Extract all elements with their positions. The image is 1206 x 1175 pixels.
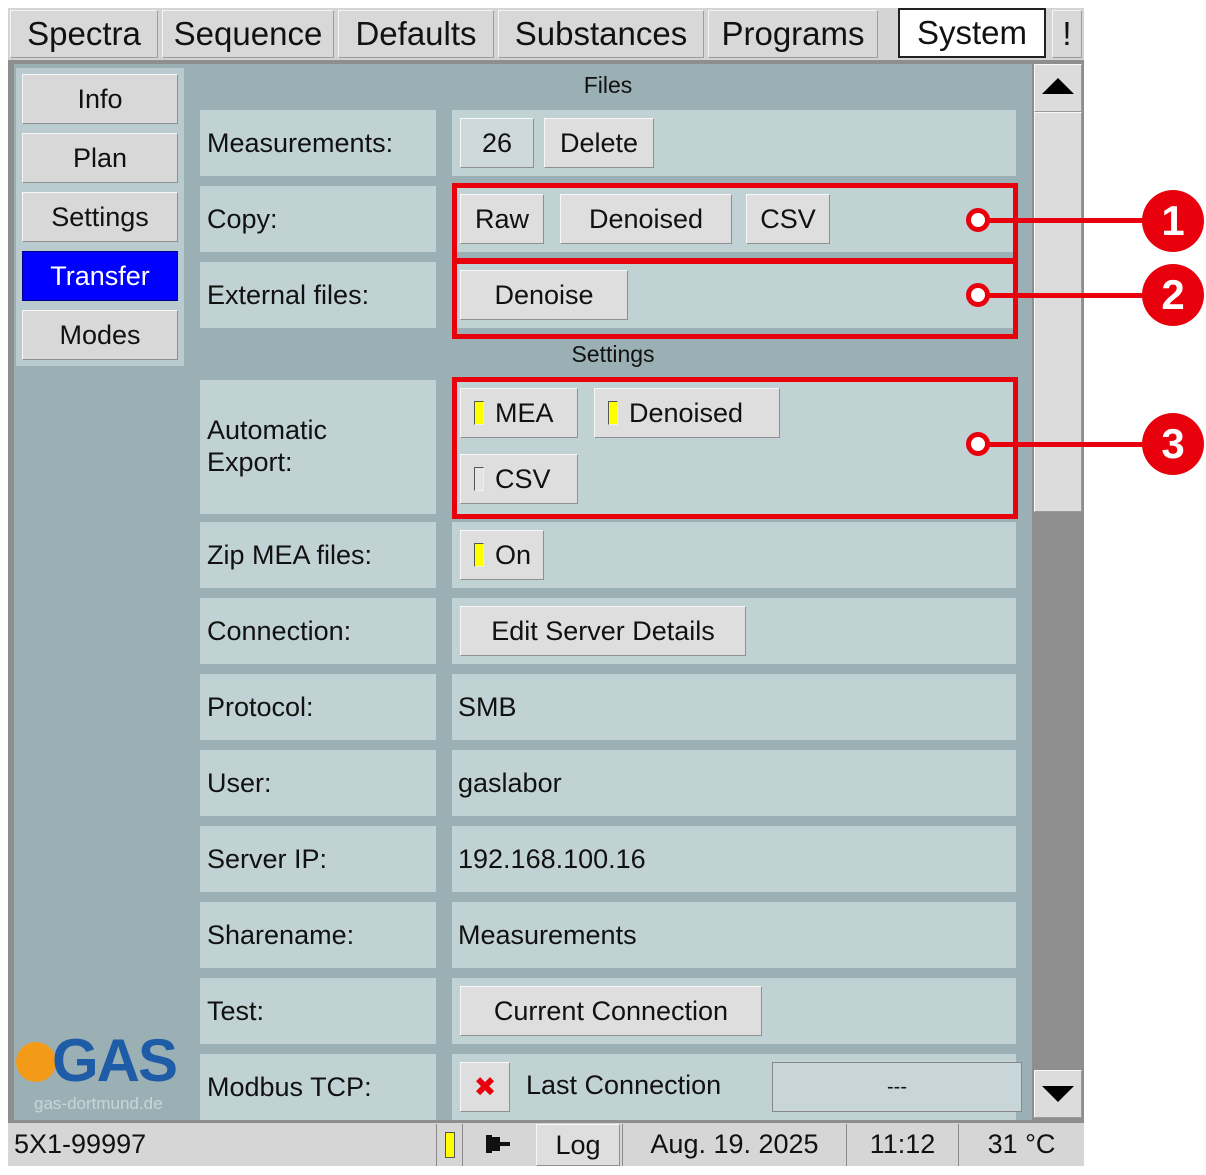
measurements-row: 26 Delete xyxy=(452,110,1016,176)
logo-dot xyxy=(16,1042,56,1082)
top-tab-bar: Spectra Sequence Defaults Substances Pro… xyxy=(8,8,1084,60)
tab-alerts[interactable]: ! xyxy=(1052,10,1082,58)
zip-on-indicator xyxy=(474,543,484,567)
nav-modes[interactable]: Modes xyxy=(22,310,178,360)
server-ip-value: 192.168.100.16 xyxy=(452,826,1016,892)
automatic-export-label-line1: Automatic xyxy=(207,415,328,445)
battery-icon xyxy=(462,1124,532,1166)
tab-system[interactable]: System xyxy=(898,8,1046,58)
status-indicator xyxy=(436,1124,462,1166)
copy-label: Copy: xyxy=(200,186,436,252)
automatic-export-label: Automatic Export: xyxy=(200,380,436,514)
server-ip-label: Server IP: xyxy=(200,826,436,892)
connection-label: Connection: xyxy=(200,598,436,664)
edit-server-details-button[interactable]: Edit Server Details xyxy=(460,606,746,656)
delete-button[interactable]: Delete xyxy=(544,118,654,168)
external-files-label: External files: xyxy=(200,262,436,328)
current-connection-button[interactable]: Current Connection xyxy=(460,986,762,1036)
zip-on-toggle[interactable]: On xyxy=(460,530,544,580)
user-label: User: xyxy=(200,750,436,816)
callout-box-3 xyxy=(452,377,1018,519)
arrow-up-icon xyxy=(1042,78,1074,94)
tab-sequence[interactable]: Sequence xyxy=(162,10,334,58)
automatic-export-label-line2: Export: xyxy=(207,447,293,477)
tab-spectra[interactable]: Spectra xyxy=(10,10,158,58)
sharename-value: Measurements xyxy=(452,902,1016,968)
status-date: Aug. 19. 2025 xyxy=(622,1124,846,1166)
arrow-down-icon xyxy=(1042,1086,1074,1102)
callout-dot-2 xyxy=(966,283,990,307)
last-connection-label: Last Connection xyxy=(526,1070,722,1100)
last-connection-value: --- xyxy=(772,1062,1022,1112)
zip-mea-row: On xyxy=(452,522,1016,588)
callout-number-3: 3 xyxy=(1142,413,1204,475)
status-temperature: 31 °C xyxy=(958,1124,1084,1166)
protocol-label: Protocol: xyxy=(200,674,436,740)
nav-transfer[interactable]: Transfer xyxy=(22,251,178,301)
nav-settings[interactable]: Settings xyxy=(22,192,178,242)
scroll-up-button[interactable] xyxy=(1034,64,1082,112)
callout-number-1: 1 xyxy=(1142,190,1204,252)
callout-line-3 xyxy=(980,442,1150,447)
tab-substances[interactable]: Substances xyxy=(498,10,704,58)
modbus-tcp-row: ✖ Last Connection --- xyxy=(452,1054,1022,1120)
settings-section-title: Settings xyxy=(571,341,655,367)
files-section-title: Files xyxy=(583,72,633,98)
modbus-disabled-close-icon[interactable]: ✖ xyxy=(460,1062,510,1112)
test-row: Current Connection xyxy=(452,978,1016,1044)
status-indicator-light xyxy=(444,1132,455,1158)
measurements-label: Measurements: xyxy=(200,110,436,176)
callout-number-2: 2 xyxy=(1142,264,1204,326)
measurements-count: 26 xyxy=(460,118,534,168)
scroll-down-button[interactable] xyxy=(1034,1070,1082,1118)
zip-on-label: On xyxy=(495,540,532,570)
gas-logo: GAS xyxy=(52,1027,178,1094)
test-label: Test: xyxy=(200,978,436,1044)
callout-line-2 xyxy=(980,293,1150,298)
nav-info[interactable]: Info xyxy=(22,74,178,124)
tab-defaults[interactable]: Defaults xyxy=(338,10,494,58)
user-value: gaslabor xyxy=(452,750,1016,816)
callout-line-1 xyxy=(980,218,1150,223)
scrollbar-thumb[interactable] xyxy=(1034,112,1082,512)
tab-programs[interactable]: Programs xyxy=(708,10,878,58)
log-button[interactable]: Log xyxy=(536,1124,620,1166)
device-id: 5X1-99997 xyxy=(14,1129,147,1159)
callout-dot-3 xyxy=(966,432,990,456)
modbus-tcp-label: Modbus TCP: xyxy=(200,1054,436,1120)
protocol-value: SMB xyxy=(452,674,1016,740)
nav-plan[interactable]: Plan xyxy=(22,133,178,183)
callout-box-2 xyxy=(452,259,1018,339)
sharename-label: Sharename: xyxy=(200,902,436,968)
callout-dot-1 xyxy=(966,208,990,232)
zip-mea-label: Zip MEA files: xyxy=(200,522,436,588)
logo-website: gas-dortmund.de xyxy=(34,1094,163,1113)
battery-plug-icon xyxy=(485,1135,510,1153)
callout-box-1 xyxy=(452,183,1018,263)
connection-row: Edit Server Details xyxy=(452,598,1016,664)
status-time: 11:12 xyxy=(846,1124,958,1166)
